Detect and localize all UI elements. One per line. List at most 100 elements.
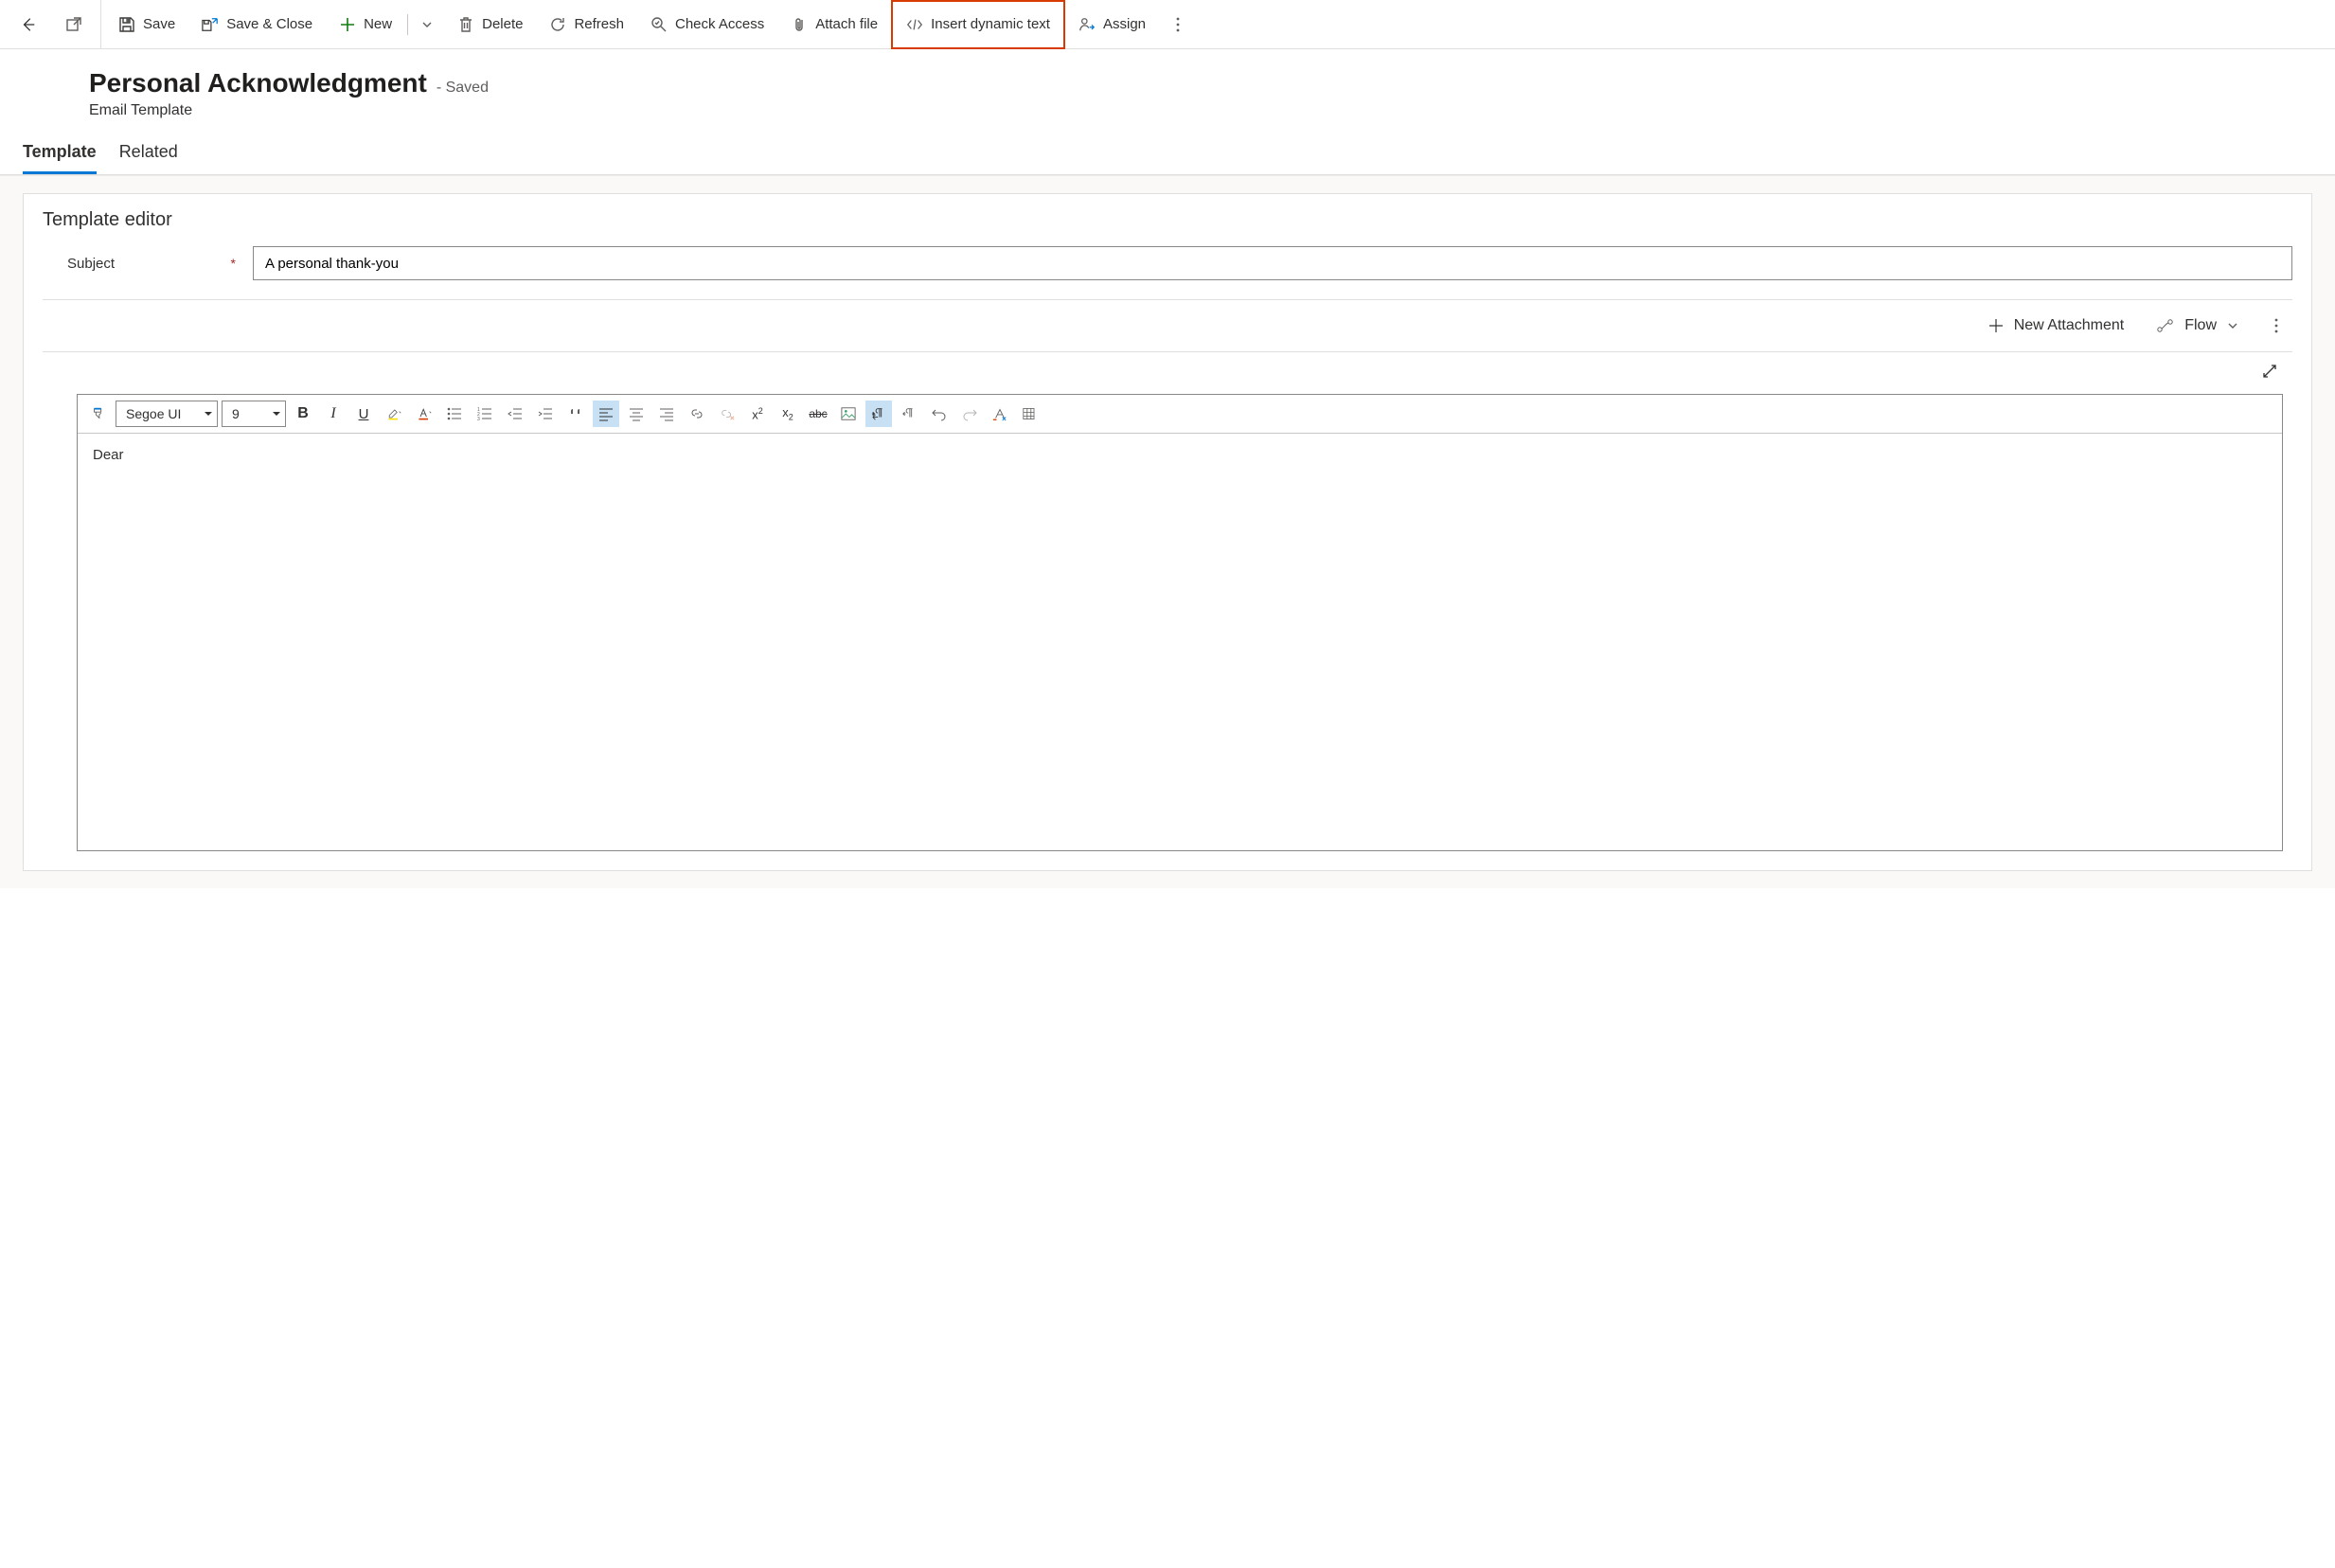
expand-editor-button[interactable] xyxy=(2256,358,2283,384)
caret-down-icon xyxy=(272,409,281,419)
flow-button[interactable]: Flow xyxy=(2145,310,2251,342)
ltr-icon xyxy=(871,406,886,421)
template-editor-section: Template editor Subject * New Attachment… xyxy=(23,193,2312,871)
attach-file-label: Attach file xyxy=(815,16,878,32)
clear-formatting-button[interactable] xyxy=(987,401,1013,427)
save-button[interactable]: Save xyxy=(105,0,188,49)
section-title: Template editor xyxy=(24,194,2311,239)
subject-input[interactable] xyxy=(253,246,2292,280)
more-vertical-icon xyxy=(2274,317,2278,334)
new-label: New xyxy=(364,16,392,32)
refresh-label: Refresh xyxy=(574,16,624,32)
redo-button[interactable] xyxy=(956,401,983,427)
font-family-value: Segoe UI xyxy=(126,406,181,421)
svg-text:3: 3 xyxy=(477,417,480,421)
underline-button[interactable]: U xyxy=(350,401,377,427)
separator xyxy=(407,14,408,35)
font-size-value: 9 xyxy=(232,406,240,421)
required-indicator: * xyxy=(231,256,236,271)
superscript-button[interactable]: x2 xyxy=(744,401,771,427)
insert-dynamic-text-button[interactable]: Insert dynamic text xyxy=(891,0,1065,49)
remove-link-button[interactable] xyxy=(714,401,740,427)
tab-related[interactable]: Related xyxy=(119,142,178,174)
align-left-button[interactable] xyxy=(593,401,619,427)
more-vertical-icon xyxy=(1176,16,1180,33)
indent-button[interactable] xyxy=(532,401,559,427)
font-family-select[interactable]: Segoe UI xyxy=(116,401,218,427)
form-tabs: Template Related xyxy=(0,125,2335,175)
bold-button[interactable]: B xyxy=(290,401,316,427)
bullet-list-button[interactable] xyxy=(441,401,468,427)
rich-text-editor: Segoe UI 9 B I U xyxy=(77,394,2283,851)
delete-button[interactable]: Delete xyxy=(444,0,536,49)
undo-button[interactable] xyxy=(926,401,953,427)
subject-label: Subject xyxy=(67,256,115,272)
new-dropdown-button[interactable] xyxy=(410,0,444,49)
paperclip-icon xyxy=(791,16,808,33)
attach-file-button[interactable]: Attach file xyxy=(777,0,891,49)
clear-format-icon xyxy=(992,406,1007,421)
table-icon xyxy=(1023,406,1038,421)
strikethrough-icon: abc xyxy=(809,407,827,420)
align-center-button[interactable] xyxy=(623,401,650,427)
bullets-icon xyxy=(447,406,462,421)
font-size-select[interactable]: 9 xyxy=(222,401,286,427)
insert-dynamic-label: Insert dynamic text xyxy=(931,16,1050,32)
new-attachment-label: New Attachment xyxy=(2014,317,2125,334)
check-access-label: Check Access xyxy=(675,16,764,32)
flow-icon xyxy=(2156,317,2175,334)
new-button[interactable]: New xyxy=(326,0,405,49)
attachment-overflow-button[interactable] xyxy=(2260,310,2292,342)
quote-icon xyxy=(568,406,583,421)
italic-button[interactable]: I xyxy=(320,401,347,427)
save-close-button[interactable]: Save & Close xyxy=(188,0,326,49)
image-icon xyxy=(841,406,856,421)
subscript-button[interactable]: x2 xyxy=(775,401,801,427)
font-color-button[interactable] xyxy=(411,401,437,427)
plus-thin-icon xyxy=(1987,317,2005,334)
subscript-icon: x2 xyxy=(782,405,793,422)
number-list-button[interactable]: 123 xyxy=(472,401,498,427)
chevron-down-icon xyxy=(2226,319,2239,332)
check-access-icon xyxy=(651,16,668,33)
unlink-icon xyxy=(720,406,735,421)
insert-link-button[interactable] xyxy=(684,401,710,427)
align-center-icon xyxy=(629,406,644,421)
rtl-button[interactable] xyxy=(896,401,922,427)
insert-image-button[interactable] xyxy=(835,401,862,427)
refresh-button[interactable]: Refresh xyxy=(536,0,637,49)
save-icon xyxy=(118,16,135,33)
assign-button[interactable]: Assign xyxy=(1065,0,1159,49)
link-icon xyxy=(689,406,704,421)
format-painter-icon xyxy=(91,405,106,422)
blockquote-button[interactable] xyxy=(562,401,589,427)
font-color-icon xyxy=(417,405,432,422)
command-overflow-button[interactable] xyxy=(1159,0,1197,49)
new-attachment-button[interactable]: New Attachment xyxy=(1976,310,2136,342)
command-bar: Save Save & Close New Delete Refresh Che… xyxy=(0,0,2335,49)
highlight-icon xyxy=(386,405,401,422)
insert-table-button[interactable] xyxy=(1017,401,1043,427)
form-header: Personal Acknowledgment - Saved Email Te… xyxy=(0,59,2335,125)
strikethrough-button[interactable]: abc xyxy=(805,401,831,427)
outdent-button[interactable] xyxy=(502,401,528,427)
expand-icon xyxy=(2261,363,2278,380)
check-access-button[interactable]: Check Access xyxy=(637,0,777,49)
popout-button[interactable] xyxy=(51,0,97,49)
redo-icon xyxy=(962,406,977,421)
highlight-color-button[interactable] xyxy=(381,401,407,427)
align-right-button[interactable] xyxy=(653,401,680,427)
numbered-icon: 123 xyxy=(477,406,492,421)
outdent-icon xyxy=(508,406,523,421)
editor-body[interactable]: Dear xyxy=(78,434,2282,850)
back-button[interactable] xyxy=(6,0,51,49)
align-right-icon xyxy=(659,406,674,421)
code-icon xyxy=(906,16,923,33)
format-painter-button[interactable] xyxy=(85,401,112,427)
save-status: - Saved xyxy=(437,80,489,97)
record-title: Personal Acknowledgment xyxy=(89,68,427,98)
save-close-label: Save & Close xyxy=(226,16,312,32)
ltr-button[interactable] xyxy=(865,401,892,427)
tab-template[interactable]: Template xyxy=(23,142,97,174)
save-close-icon xyxy=(202,16,219,33)
